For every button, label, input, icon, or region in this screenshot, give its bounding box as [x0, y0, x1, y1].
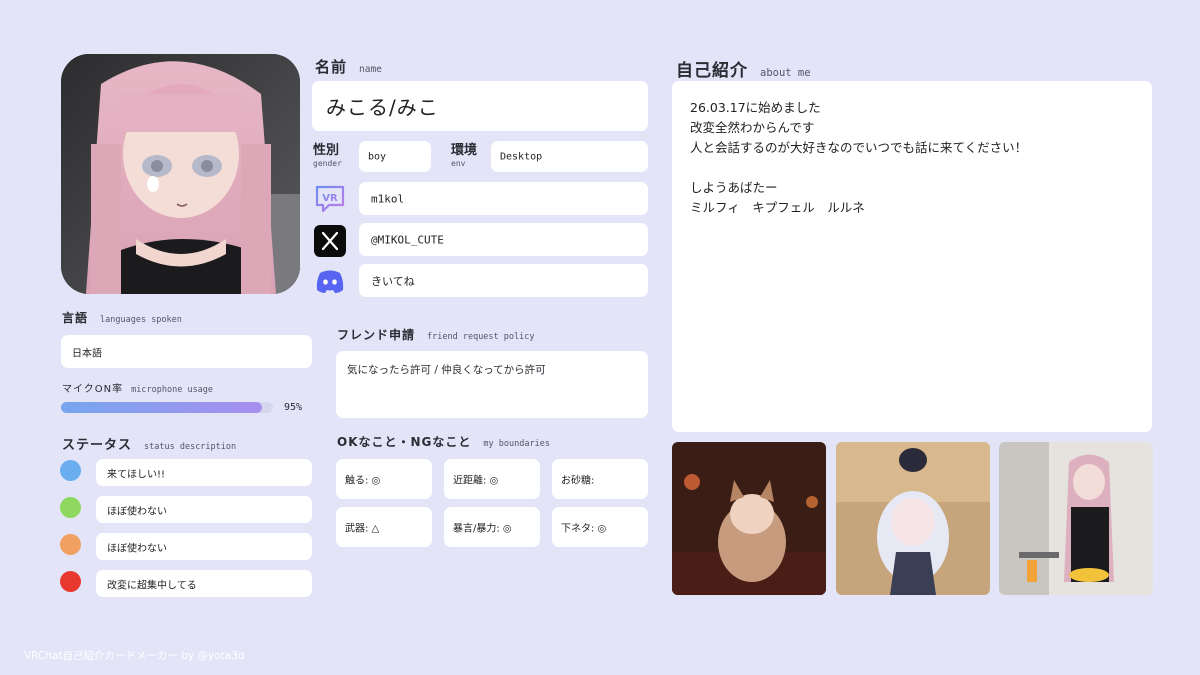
status-section-title: ステータス status description — [62, 434, 236, 453]
friend-title-en: friend request policy — [427, 332, 535, 342]
boundary-item: 触る: ◎ — [336, 459, 432, 499]
boundary-item: 下ネタ: ◎ — [552, 507, 648, 547]
about-section-title: 自己紹介 about me — [676, 56, 811, 81]
photo-thumbnail — [836, 442, 990, 595]
about-text-box: 26.03.17に始めました 改変全然わからんです 人と会話するのが大好きなので… — [672, 81, 1152, 432]
status-item: 改変に超集中してる — [96, 570, 312, 597]
svg-text:VR: VR — [322, 193, 338, 204]
languages-section-title: 言語 languages spoken — [62, 309, 182, 326]
gender-label-en: gender — [313, 159, 342, 168]
discord-icon — [313, 264, 347, 298]
footer-credit: VRChat自己紹介カードメーカー by @yota3d — [24, 650, 245, 662]
status-label: ほぼ使わない — [107, 506, 167, 517]
status-item: 来てほしい!! — [96, 459, 312, 486]
status-label: 来てほしい!! — [107, 469, 166, 480]
photo-thumbnail — [672, 442, 826, 595]
languages-value: 日本語 — [72, 348, 102, 359]
friend-title-jp: フレンド申請 — [337, 328, 416, 342]
status-item: ほぼ使わない — [96, 533, 312, 560]
mic-usage-bar — [61, 402, 273, 413]
boundaries-title-jp: OKなこと・NGなこと — [337, 435, 472, 449]
status-title-en: status description — [144, 442, 237, 452]
status-dot-red — [60, 571, 81, 592]
boundary-label: お砂糖: — [561, 475, 595, 487]
boundary-label: 近距離: ◎ — [453, 475, 499, 487]
avatar-photo — [61, 54, 300, 294]
x-handle-value: @MIKOL_CUTE — [371, 233, 444, 246]
languages-field: 日本語 — [61, 335, 312, 368]
languages-title-jp: 言語 — [62, 311, 89, 325]
gender-value: boy — [368, 151, 387, 162]
vrchat-id-value: m1kol — [371, 192, 405, 205]
gender-label-jp: 性別 — [313, 143, 340, 158]
friend-section-title: フレンド申請 friend request policy — [337, 326, 534, 343]
boundary-label: 触る: ◎ — [345, 475, 381, 487]
env-label-jp: 環境 — [451, 143, 478, 158]
languages-title-en: languages spoken — [100, 315, 182, 325]
boundary-label: 武器: △ — [345, 523, 380, 535]
x-handle-field: @MIKOL_CUTE — [359, 223, 648, 256]
status-dot-orange — [60, 534, 81, 555]
status-dot-blue — [60, 460, 81, 481]
vrchat-id-field: m1kol — [359, 182, 648, 215]
env-field: Desktop — [491, 141, 648, 172]
boundaries-title-en: my boundaries — [483, 439, 550, 449]
env-label-en: env — [451, 159, 466, 168]
boundaries-section-title: OKなこと・NGなこと my boundaries — [337, 433, 550, 450]
boundary-item: お砂糖: — [552, 459, 648, 499]
boundary-item: 武器: △ — [336, 507, 432, 547]
status-item: ほぼ使わない — [96, 496, 312, 523]
name-field: みこる/みこ — [312, 81, 648, 131]
boundary-label: 暴言/暴力: ◎ — [453, 523, 512, 535]
about-text: 26.03.17に始めました 改変全然わからんです 人と会話するのが大好きなので… — [690, 100, 1028, 215]
avatar-illustration — [61, 54, 300, 294]
mic-title-jp: マイクON率 — [62, 384, 124, 395]
status-label: ほぼ使わない — [107, 543, 167, 554]
status-label: 改変に超集中してる — [107, 580, 197, 591]
env-label: 環境 env — [451, 144, 477, 168]
gender-field: boy — [359, 141, 431, 172]
about-title-en: about me — [760, 67, 811, 79]
boundary-item: 近距離: ◎ — [444, 459, 540, 499]
name-value: みこる/みこ — [326, 95, 439, 120]
name-section-title: 名前 name — [315, 56, 382, 77]
mic-section-title: マイクON率 microphone usage — [62, 380, 213, 395]
status-title-jp: ステータス — [62, 438, 133, 453]
discord-field: きいてね — [359, 264, 648, 297]
env-value: Desktop — [500, 151, 543, 162]
friend-policy-field: 気になったら許可 / 仲良くなってから許可 — [336, 351, 648, 418]
name-title-en: name — [359, 64, 382, 75]
about-title-jp: 自己紹介 — [676, 61, 748, 81]
photo-thumbnail — [999, 442, 1153, 595]
mic-percent: 95% — [284, 402, 303, 413]
name-title-jp: 名前 — [315, 58, 348, 76]
gender-label: 性別 gender — [313, 144, 342, 168]
vrchat-icon: VR — [313, 182, 347, 216]
x-logo-icon — [313, 224, 347, 258]
boundary-label: 下ネタ: ◎ — [561, 523, 607, 535]
mic-title-en: microphone usage — [131, 385, 214, 395]
friend-policy-value: 気になったら許可 / 仲良くなってから許可 — [347, 364, 546, 376]
mic-usage-bar-fill — [61, 402, 263, 413]
boundary-item: 暴言/暴力: ◎ — [444, 507, 540, 547]
status-dot-green — [60, 497, 81, 518]
discord-value: きいてね — [371, 274, 415, 288]
